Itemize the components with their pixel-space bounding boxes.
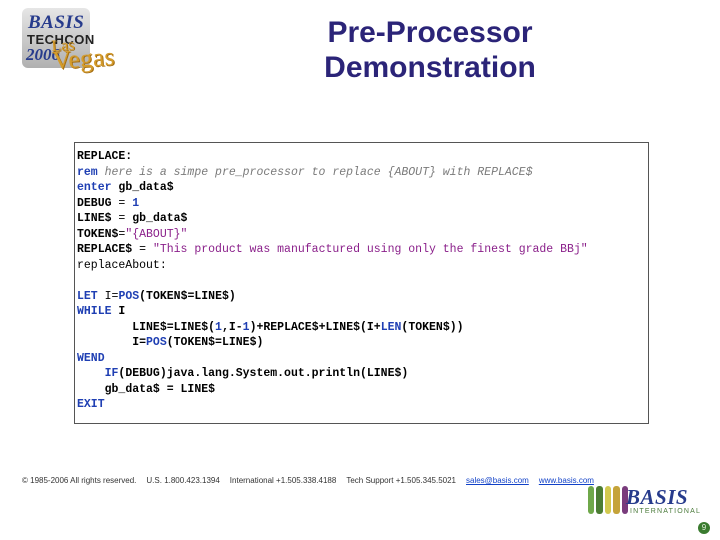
code-block: REPLACE: rem here is a simpe pre_process… [74, 143, 649, 417]
brand-wordmark: BASIS [28, 12, 84, 34]
variable: TOKEN$ [77, 228, 118, 241]
code-text: (TOKEN$)) [401, 321, 463, 334]
string-literal: "{ABOUT}" [125, 228, 187, 241]
code-text: )+REPLACE$+LINE$(I+ [250, 321, 381, 334]
function-pos: POS [146, 336, 167, 349]
code-text: I= [98, 290, 119, 303]
string-literal: "This product was manufactured using onl… [153, 243, 588, 256]
page-number-badge: 9 [698, 522, 710, 534]
keyword-enter: enter [77, 181, 112, 194]
phone-intl: International +1.505.338.4188 [230, 476, 337, 485]
site-link[interactable]: www.basis.com [539, 476, 594, 485]
title-line-1: Pre-Processor [200, 16, 660, 51]
code-text: LINE$=LINE$( [132, 321, 215, 334]
assign: = [112, 212, 133, 225]
stripe [596, 486, 602, 514]
keyword-exit: EXIT [77, 398, 105, 411]
title-line-2: Demonstration [200, 51, 660, 86]
label: replaceAbout: [77, 259, 167, 272]
code-text: I [112, 305, 126, 318]
keyword-if: IF [105, 367, 119, 380]
copyright-text: © 1985-2006 All rights reserved. [22, 476, 136, 485]
assign: = [112, 197, 133, 210]
slide-title: Pre-Processor Demonstration [200, 16, 660, 85]
event-logo: BASIS TECHCON 2006 Las Vegas [22, 8, 147, 103]
keyword-wend: WEND [77, 352, 105, 365]
number-literal: 1 [132, 197, 139, 210]
comment-text: here is a simpe pre_processor to replace… [98, 166, 533, 179]
company-wordmark: BASIS [626, 485, 688, 510]
variable: DEBUG [77, 197, 112, 210]
code-line: REPLACE: [77, 150, 132, 163]
page-number: 9 [698, 522, 710, 534]
function-pos: POS [118, 290, 139, 303]
code-panel: REPLACE: rem here is a simpe pre_process… [74, 142, 649, 424]
variable: gb_data$ [132, 212, 187, 225]
code-text: (TOKEN$=LINE$) [167, 336, 264, 349]
slide: BASIS TECHCON 2006 Las Vegas Pre-Process… [0, 0, 720, 540]
stripe [605, 486, 611, 514]
code-text: (TOKEN$=LINE$) [139, 290, 236, 303]
city-name: Vegas [51, 41, 115, 74]
number-literal: 1 [215, 321, 222, 334]
event-city: Las Vegas [51, 36, 115, 72]
phone-tech: Tech Support +1.505.345.5021 [346, 476, 456, 485]
method-println: println [312, 367, 360, 380]
company-logo: BASIS INTERNATIONAL [588, 480, 698, 524]
keyword-rem: rem [77, 166, 98, 179]
logo-stripes-icon [588, 486, 628, 514]
assign: = [132, 243, 153, 256]
stripe [588, 486, 594, 514]
stripe [613, 486, 619, 514]
keyword-let: LET [77, 290, 98, 303]
number-literal: 1 [243, 321, 250, 334]
email-link[interactable]: sales@basis.com [466, 476, 529, 485]
company-subline: INTERNATIONAL [630, 508, 701, 515]
code-text: (DEBUG)java.lang.System.out. [118, 367, 311, 380]
code-text: ,I- [222, 321, 243, 334]
code-text: (LINE$) [360, 367, 408, 380]
variable: REPLACE$ [77, 243, 132, 256]
variable: gb_data$ [112, 181, 174, 194]
phone-us: U.S. 1.800.423.1394 [146, 476, 219, 485]
code-text: I= [132, 336, 146, 349]
keyword-while: WHILE [77, 305, 112, 318]
code-text: gb_data$ = LINE$ [105, 383, 215, 396]
function-len: LEN [381, 321, 402, 334]
variable: LINE$ [77, 212, 112, 225]
